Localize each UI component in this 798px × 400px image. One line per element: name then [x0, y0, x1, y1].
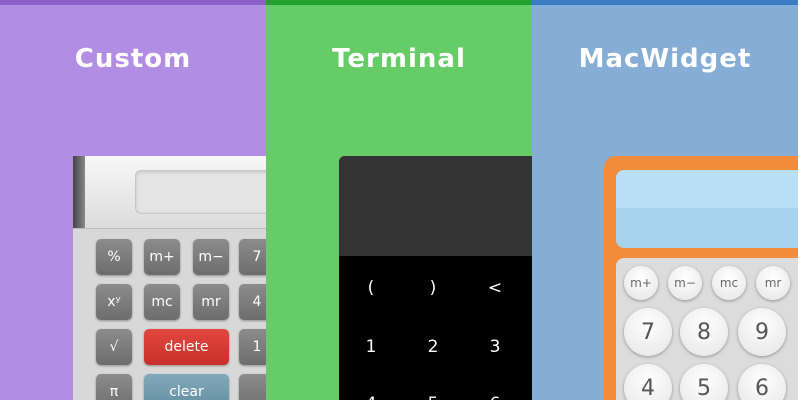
- key-power[interactable]: xʸ: [96, 284, 132, 320]
- key-6[interactable]: 6: [475, 394, 515, 400]
- key-open-paren[interactable]: (: [351, 278, 391, 298]
- display-highlight: [616, 170, 798, 208]
- key-memory-recall[interactable]: mr: [193, 284, 229, 320]
- calculator-edge: [73, 156, 85, 228]
- key-2[interactable]: 2: [413, 337, 453, 357]
- key-5[interactable]: 5: [680, 364, 728, 400]
- calculator-display: [135, 170, 266, 214]
- panel-top-stripe: [0, 0, 266, 5]
- key-close-paren[interactable]: ): [413, 278, 453, 298]
- calculator-display: [339, 156, 532, 256]
- panel-title: MacWidget: [578, 44, 752, 74]
- key-4[interactable]: 4: [239, 284, 266, 320]
- key-1[interactable]: 1: [239, 329, 266, 365]
- key-square-root[interactable]: √: [96, 329, 132, 365]
- key-5[interactable]: 5: [413, 394, 453, 400]
- key-percent[interactable]: %: [96, 239, 132, 275]
- key-7[interactable]: 7: [239, 239, 266, 275]
- calculator-keypad: % m+ m− 7 xʸ mc mr 4 √ delete 1 π clear: [73, 228, 266, 400]
- delete-button[interactable]: delete: [144, 329, 229, 365]
- panel-top-stripe: [266, 0, 532, 5]
- key-memory-subtract[interactable]: m−: [193, 239, 229, 275]
- key-backspace[interactable]: <: [475, 278, 515, 298]
- custom-theme-panel[interactable]: Custom % m+ m− 7 xʸ mc mr 4 √ delete 1 π…: [0, 0, 266, 400]
- macwidget-theme-panel[interactable]: MacWidget m+ m− mc mr 7 8 9 4 5 6: [532, 0, 798, 400]
- key-pi[interactable]: π: [96, 374, 132, 400]
- key-memory-clear[interactable]: mc: [712, 266, 746, 300]
- panel-title: Custom: [74, 44, 192, 74]
- key-9[interactable]: 9: [738, 308, 786, 356]
- key-3[interactable]: 3: [475, 337, 515, 357]
- calculator-display: [616, 170, 798, 248]
- key-4[interactable]: 4: [351, 394, 391, 400]
- key-8[interactable]: 8: [680, 308, 728, 356]
- key-memory-add[interactable]: m+: [624, 266, 658, 300]
- terminal-calculator-preview: ( ) < 1 2 3 4 5 6: [339, 156, 532, 400]
- custom-calculator-preview: % m+ m− 7 xʸ mc mr 4 √ delete 1 π clear: [73, 156, 266, 400]
- key-memory-add[interactable]: m+: [144, 239, 180, 275]
- key-memory-subtract[interactable]: m−: [668, 266, 702, 300]
- macwidget-calculator-preview: m+ m− mc mr 7 8 9 4 5 6: [604, 156, 798, 400]
- key-6[interactable]: 6: [738, 364, 786, 400]
- panel-title: Terminal: [332, 44, 466, 74]
- key-partial[interactable]: [239, 374, 266, 400]
- panel-top-stripe: [532, 0, 798, 5]
- key-4[interactable]: 4: [624, 364, 672, 400]
- key-1[interactable]: 1: [351, 337, 391, 357]
- key-memory-recall[interactable]: mr: [756, 266, 790, 300]
- calculator-keypad: m+ m− mc mr 7 8 9 4 5 6: [616, 258, 798, 400]
- key-memory-clear[interactable]: mc: [144, 284, 180, 320]
- clear-button[interactable]: clear: [144, 374, 229, 400]
- terminal-theme-panel[interactable]: Terminal ( ) < 1 2 3 4 5 6: [266, 0, 532, 400]
- key-7[interactable]: 7: [624, 308, 672, 356]
